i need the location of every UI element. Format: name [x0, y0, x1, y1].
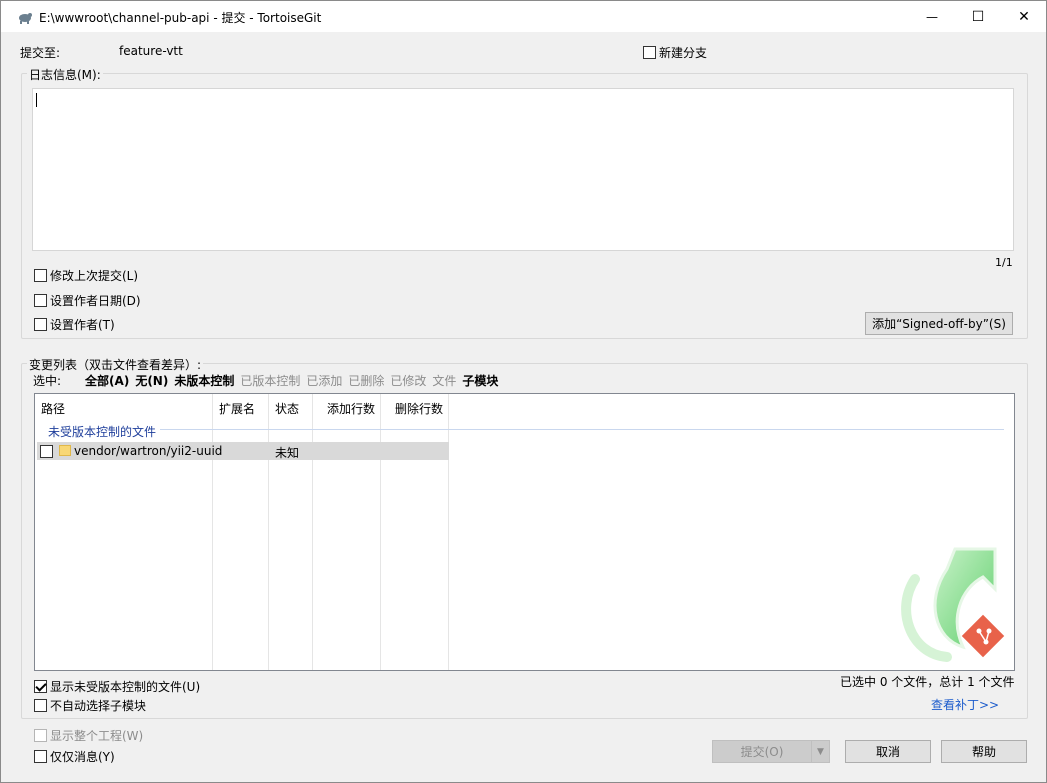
- show-unversioned-checkbox[interactable]: 显示未受版本控制的文件(U): [34, 678, 200, 695]
- filter-files: 文件: [432, 374, 457, 388]
- chevron-down-icon: ▼: [817, 746, 824, 757]
- cancel-button[interactable]: 取消: [845, 740, 931, 763]
- commit-message-input[interactable]: [32, 88, 1014, 251]
- message-only-check-box[interactable]: [34, 750, 47, 763]
- column-extension[interactable]: 扩展名: [213, 394, 269, 422]
- maximize-icon: ☐: [971, 8, 985, 25]
- column-divider[interactable]: [312, 394, 313, 670]
- set-author-date-check-box[interactable]: [34, 294, 47, 307]
- row-status: 未知: [275, 446, 300, 460]
- changes-list[interactable]: 路径 扩展名 状态 添加行数 删除行数 未受版本控制的文件 vendor/war…: [34, 393, 1015, 671]
- filter-none[interactable]: 无(N): [135, 372, 168, 389]
- message-only-checkbox[interactable]: 仅仅消息(Y): [34, 748, 115, 765]
- column-divider[interactable]: [380, 394, 381, 670]
- folder-icon: [59, 445, 71, 456]
- row-path: vendor/wartron/yii2-uuid: [74, 444, 223, 458]
- maximize-button[interactable]: ☐: [955, 1, 1001, 32]
- column-divider[interactable]: [448, 394, 449, 670]
- text-caret: [36, 93, 37, 107]
- commit-button-label: 提交(O): [740, 745, 784, 759]
- filter-modified: 已修改: [390, 374, 427, 388]
- title-bar: E:\wwwroot\channel-pub-api - 提交 - Tortoi…: [1, 1, 1046, 32]
- column-status[interactable]: 状态: [269, 394, 313, 422]
- message-group-label: 日志信息(M):: [27, 66, 103, 83]
- amend-check-box[interactable]: [34, 269, 47, 282]
- filter-deleted: 已删除: [348, 374, 385, 388]
- tortoisegit-logo-icon: [901, 547, 1005, 662]
- commit-dialog: E:\wwwroot\channel-pub-api - 提交 - Tortoi…: [0, 0, 1047, 783]
- set-author-checkbox[interactable]: 设置作者(T): [34, 316, 115, 333]
- show-unversioned-check-box[interactable]: [34, 680, 47, 693]
- set-author-label: 设置作者(T): [50, 318, 115, 332]
- show-whole-project-label: 显示整个工程(W): [50, 729, 144, 743]
- message-only-label: 仅仅消息(Y): [50, 750, 115, 764]
- no-autoselect-submodules-label: 不自动选择子模块: [50, 699, 147, 713]
- column-added-lines[interactable]: 添加行数: [313, 394, 381, 422]
- close-button[interactable]: ✕: [1001, 1, 1047, 32]
- set-author-date-label: 设置作者日期(D): [50, 294, 141, 308]
- column-path[interactable]: 路径: [35, 394, 213, 422]
- row-checkbox[interactable]: [40, 445, 53, 458]
- amend-checkbox[interactable]: 修改上次提交(L): [34, 267, 138, 284]
- new-branch-label: 新建分支: [659, 46, 708, 60]
- help-button[interactable]: 帮助: [941, 740, 1027, 763]
- show-unversioned-label: 显示未受版本控制的文件(U): [50, 680, 201, 694]
- window-title: E:\wwwroot\channel-pub-api - 提交 - Tortoi…: [39, 11, 322, 25]
- selection-summary: 已选中 0 个文件，总计 1 个文件: [840, 675, 1015, 689]
- set-author-check-box[interactable]: [34, 318, 47, 331]
- view-patch-link[interactable]: 查看补丁>>: [931, 696, 999, 713]
- filter-submodules[interactable]: 子模块: [462, 372, 498, 389]
- tortoisegit-app-icon: [19, 13, 32, 24]
- set-author-date-checkbox[interactable]: 设置作者日期(D): [34, 292, 141, 309]
- column-divider[interactable]: [268, 394, 269, 670]
- commit-button: 提交(O): [712, 740, 812, 763]
- show-whole-project-checkbox: 显示整个工程(W): [34, 727, 143, 744]
- changes-group-label: 变更列表（双击文件查看差异）:: [27, 356, 204, 373]
- filter-all[interactable]: 全部(A): [85, 372, 129, 389]
- branch-name: feature-vtt: [119, 44, 183, 58]
- new-branch-checkbox[interactable]: 新建分支: [643, 44, 707, 61]
- filter-versioned: 已版本控制: [240, 374, 301, 388]
- no-autoselect-submodules-check-box[interactable]: [34, 699, 47, 712]
- selection-filter-bar: 选中: 全部(A) 无(N) 未版本控制 已版本控制 已添加 已删除 已修改 文…: [33, 372, 498, 389]
- group-divider: [160, 429, 1004, 430]
- message-counter: 1/1: [995, 256, 1013, 269]
- show-whole-project-check-box: [34, 729, 47, 742]
- signoff-button[interactable]: 添加“Signed-off-by”(S): [865, 312, 1013, 335]
- filter-added: 已添加: [306, 374, 343, 388]
- commit-dropdown-button: ▼: [811, 740, 830, 763]
- unversioned-group-header[interactable]: 未受版本控制的文件: [48, 423, 156, 440]
- amend-label: 修改上次提交(L): [50, 269, 139, 283]
- new-branch-check-box[interactable]: [643, 46, 656, 59]
- minimize-icon: —: [926, 9, 938, 24]
- column-deleted-lines[interactable]: 删除行数: [381, 394, 449, 422]
- filter-unversioned[interactable]: 未版本控制: [174, 372, 234, 389]
- column-divider[interactable]: [212, 394, 213, 670]
- minimize-button[interactable]: —: [909, 1, 955, 32]
- no-autoselect-submodules-checkbox[interactable]: 不自动选择子模块: [34, 697, 146, 714]
- filter-label: 选中:: [33, 374, 62, 388]
- close-icon: ✕: [1018, 8, 1030, 25]
- commit-to-label: 提交至:: [20, 46, 61, 60]
